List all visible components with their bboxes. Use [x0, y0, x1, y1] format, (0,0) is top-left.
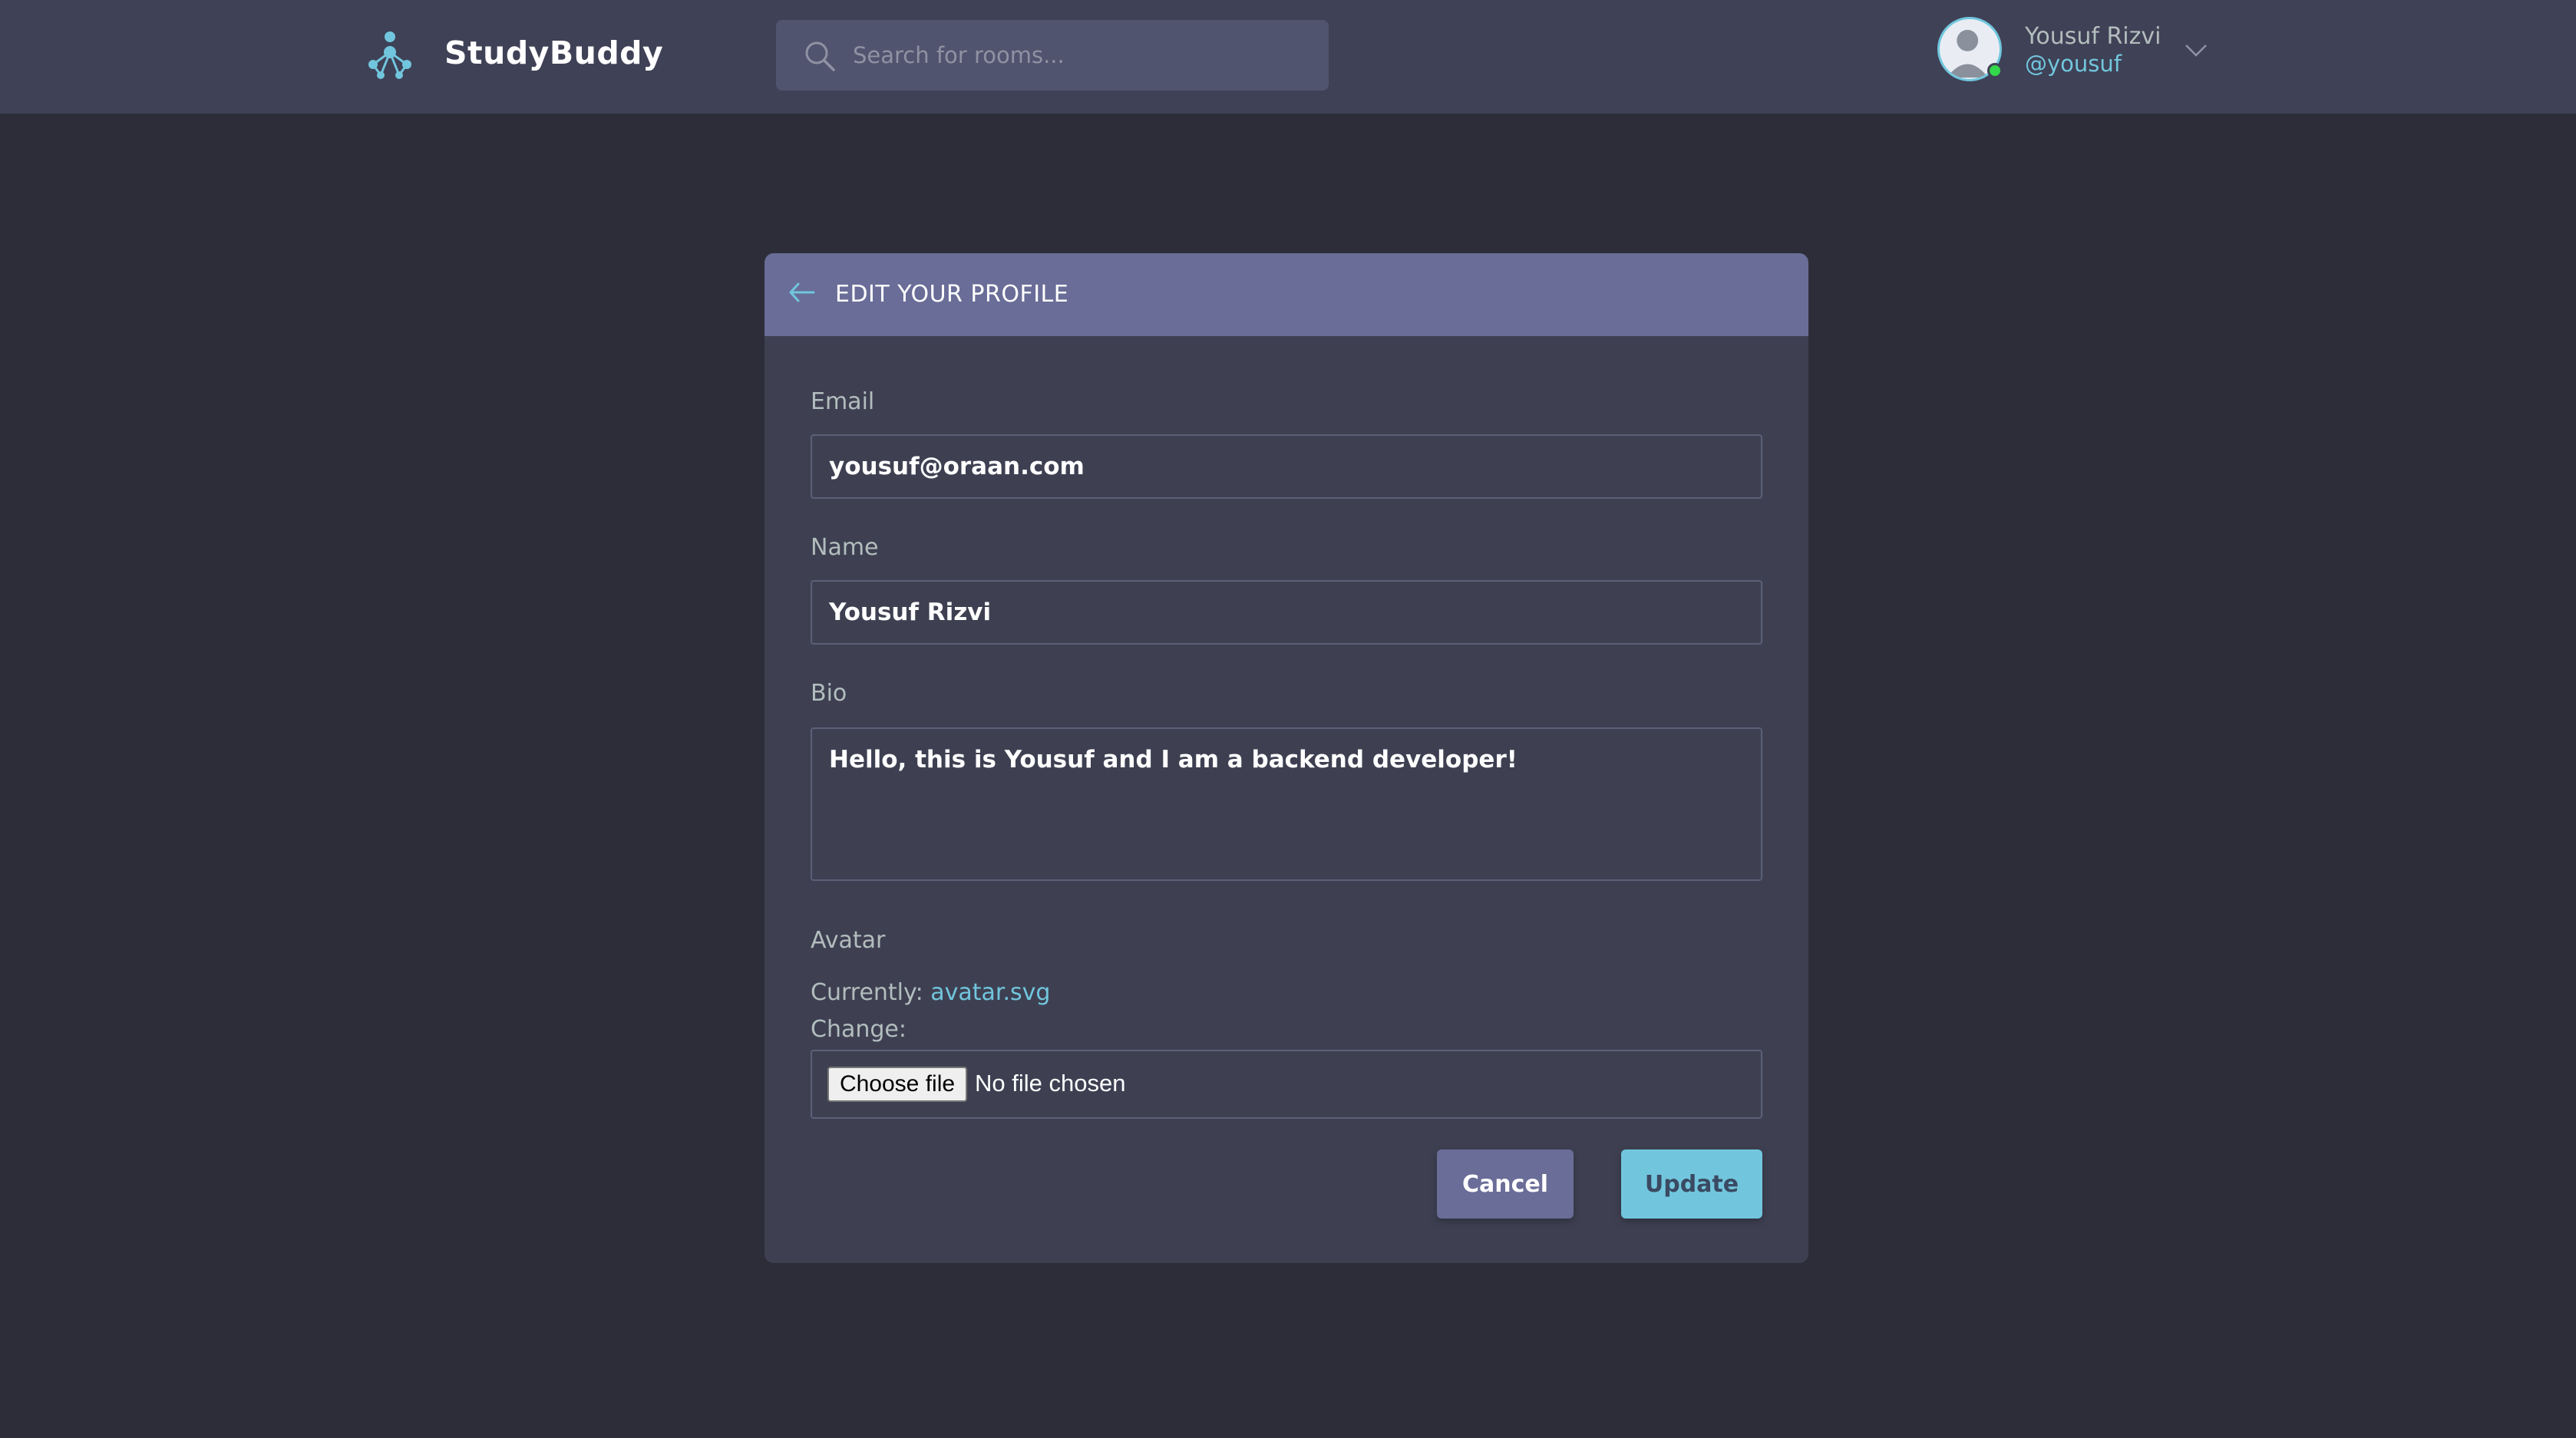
logo-icon[interactable]: [364, 29, 416, 81]
user-handle: @yousuf: [2025, 51, 2122, 77]
card-header: EDIT YOUR PROFILE: [765, 253, 1808, 336]
user-menu[interactable]: Yousuf Rizvi @yousuf: [1937, 17, 2214, 94]
search-bar[interactable]: [776, 20, 1329, 91]
search-icon: [805, 41, 835, 71]
top-header: StudyBuddy Yousuf Rizvi @yousuf: [0, 0, 2576, 114]
bio-label: Bio: [811, 680, 847, 707]
email-label: Email: [811, 388, 875, 415]
name-label: Name: [811, 534, 879, 561]
online-status-dot: [1987, 63, 2003, 78]
currently-label: Currently:: [811, 979, 923, 1006]
cancel-button[interactable]: Cancel: [1437, 1149, 1574, 1219]
name-field[interactable]: Yousuf Rizvi: [811, 580, 1762, 645]
back-arrow-icon[interactable]: [786, 276, 818, 308]
brand-name[interactable]: StudyBuddy: [444, 35, 663, 71]
search-input[interactable]: [853, 20, 1313, 91]
current-avatar-link[interactable]: avatar.svg: [930, 979, 1050, 1006]
page-title: EDIT YOUR PROFILE: [835, 281, 1069, 308]
choose-file-button[interactable]: Choose file: [827, 1067, 967, 1102]
no-file-text: No file chosen: [975, 1070, 1126, 1097]
chevron-down-icon[interactable]: [2183, 37, 2209, 63]
email-field[interactable]: yousuf@oraan.com: [811, 434, 1762, 499]
avatar-file-input[interactable]: Choose file No file chosen: [811, 1050, 1762, 1119]
avatar-label: Avatar: [811, 927, 886, 954]
change-label: Change:: [811, 1016, 907, 1043]
edit-profile-card: EDIT YOUR PROFILE Email yousuf@oraan.com…: [765, 253, 1808, 1263]
update-button[interactable]: Update: [1621, 1149, 1762, 1219]
bio-textarea[interactable]: Hello, this is Yousuf and I am a backend…: [811, 727, 1762, 881]
user-name: Yousuf Rizvi: [2025, 23, 2162, 50]
current-avatar-line: Currently: avatar.svg: [811, 979, 1050, 1006]
